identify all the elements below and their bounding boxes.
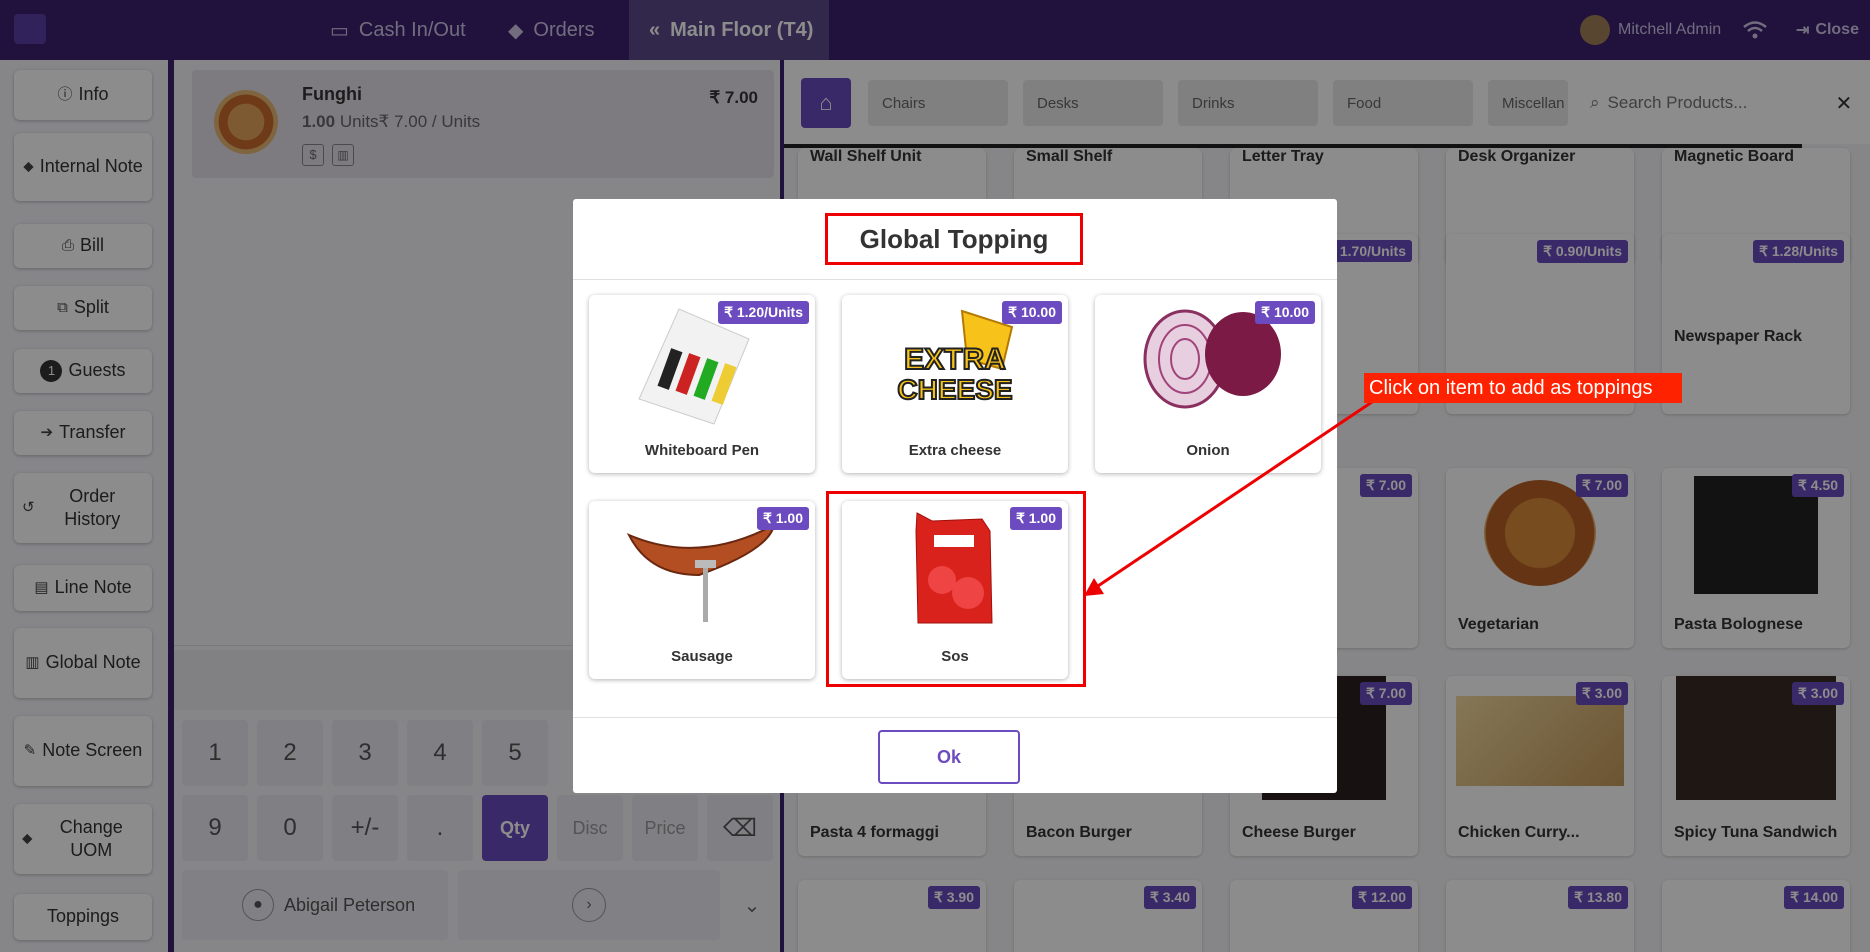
annotation-callout: Click on item to add as toppings [1364, 373, 1682, 403]
annotation-arrow [1084, 400, 1373, 596]
